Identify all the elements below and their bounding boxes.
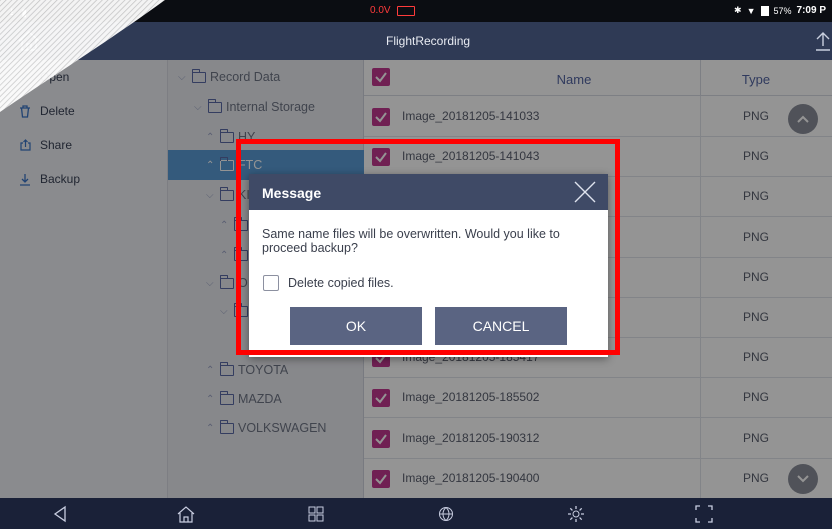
wifi-icon: ▼ [746,5,756,16]
browser-icon[interactable] [436,504,456,524]
system-nav-bar [0,498,832,529]
battery-percent: 57% [773,5,792,16]
page-title: FlightRecording [386,34,471,48]
settings-gear-icon[interactable] [566,504,586,524]
export-icon[interactable] [814,30,832,52]
screenshot-icon[interactable] [694,504,714,524]
annotation-highlight-box [236,139,620,355]
screen: ⭳ ▮ 0.0V ✱ ▼ 57% 7:09 P FlightRecording … [0,0,832,529]
clock: 7:09 P [796,5,826,16]
status-right: ✱ ▼ 57% 7:09 P [734,5,826,16]
voltage-indicator: 0.0V [370,5,415,16]
battery-icon [760,5,769,16]
voltage-label: 0.0V [370,5,391,16]
page-curl-decoration [0,0,165,112]
bluetooth-icon: ✱ [734,5,742,15]
car-battery-icon [396,5,415,16]
recent-apps-icon[interactable] [306,504,326,524]
home-icon[interactable] [176,504,196,524]
back-icon[interactable] [50,504,70,524]
